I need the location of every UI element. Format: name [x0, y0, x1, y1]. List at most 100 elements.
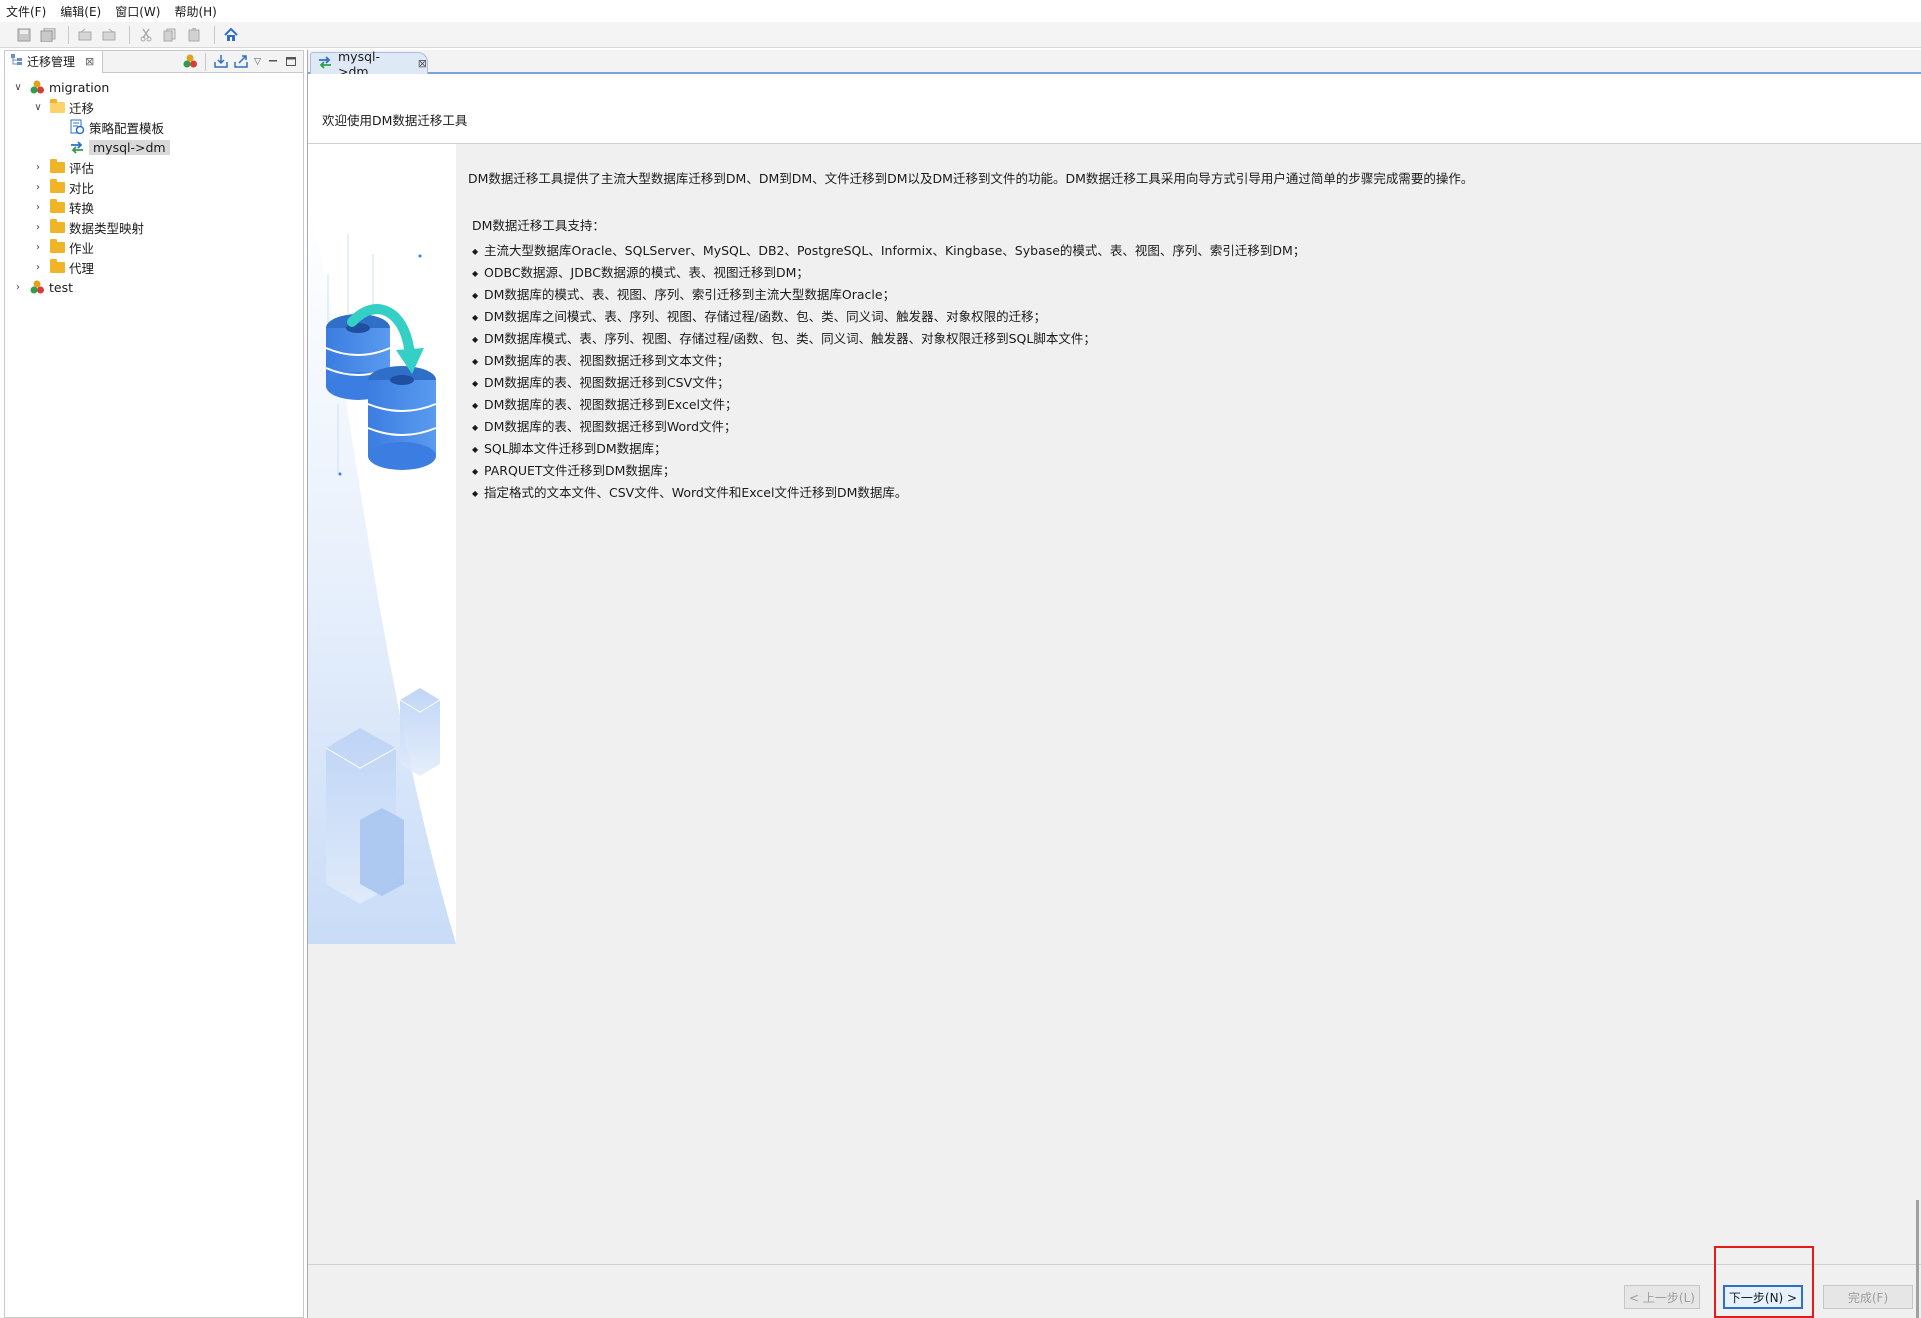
folder-icon: [49, 238, 65, 254]
feature-item: ◆ DM数据库之间模式、表、序列、视图、存储过程/函数、包、类、同义词、触发器、对…: [472, 309, 1047, 324]
tree-item-label: 评估: [69, 160, 95, 176]
tree-item-migration[interactable]: ∨ migration: [5, 77, 303, 97]
feature-item: ◆ 主流大型数据库Oracle、SQLServer、MySQL、DB2、Postg…: [472, 243, 1306, 258]
tree-item-assess[interactable]: › 评估: [5, 157, 303, 177]
tree-item-migrate-folder[interactable]: ∨ 迁移: [5, 97, 303, 117]
chevron-right-icon[interactable]: ›: [31, 182, 45, 193]
feature-item: ◆ 指定格式的文本文件、CSV文件、Word文件和Excel文件迁移到DM数据库。: [472, 485, 908, 500]
editor-area: mysql->dm ⊠ 欢迎使用DM数据迁移工具 DM数据迁移工具提供了主流大型…: [307, 49, 1921, 1318]
feature-text: DM数据库的表、视图数据迁移到Word文件；: [484, 419, 737, 434]
feature-item: ◆ DM数据库模式、表、序列、视图、存储过程/函数、包、类、同义词、触发器、对象权…: [472, 331, 1096, 346]
toolbar: [0, 22, 1921, 48]
menu-file[interactable]: 文件(F): [6, 3, 46, 20]
tree-item-mysql-dm[interactable]: mysql->dm: [5, 137, 303, 157]
home-icon[interactable]: [221, 25, 241, 45]
view-menu-icon[interactable]: ▽: [254, 57, 261, 67]
tree-item-agent[interactable]: › 代理: [5, 257, 303, 277]
feature-item: ◆ DM数据库的表、视图数据迁移到CSV文件；: [472, 375, 730, 390]
tree-item-label: 策略配置模板: [89, 120, 165, 136]
highlight-box: [1714, 1246, 1814, 1318]
toolbar-separator: [205, 53, 207, 71]
tab-mysql-dm[interactable]: mysql->dm ⊠: [310, 49, 428, 79]
left-panel-tabbar: 迁移管理 ⊠ ▽: [5, 50, 303, 73]
feature-item: ◆ DM数据库的表、视图数据迁移到Word文件；: [472, 419, 737, 434]
export-icon[interactable]: [234, 54, 248, 71]
chevron-right-icon[interactable]: ›: [31, 222, 45, 233]
feature-text: DM数据库之间模式、表、序列、视图、存储过程/函数、包、类、同义词、触发器、对象…: [484, 309, 1047, 324]
template-icon: [69, 119, 85, 135]
close-icon[interactable]: ⊠: [418, 57, 427, 70]
back-button[interactable]: < 上一步(L): [1624, 1285, 1700, 1309]
editor-tabbar: mysql->dm ⊠: [308, 49, 1921, 79]
maximize-icon[interactable]: [285, 55, 297, 70]
scrollbar[interactable]: [1916, 1200, 1919, 1318]
wizard-content: DM数据迁移工具提供了主流大型数据库迁移到DM、DM到DM、文件迁移到DM以及D…: [468, 168, 1908, 504]
new-project-icon[interactable]: [183, 54, 198, 71]
tab-migration-manager[interactable]: 迁移管理 ⊠: [5, 50, 104, 73]
chevron-right-icon[interactable]: ›: [31, 242, 45, 253]
intro-text: DM数据迁移工具提供了主流大型数据库迁移到DM、DM到DM、文件迁移到DM以及D…: [468, 171, 1474, 186]
feature-item: ◆ DM数据库的表、视图数据迁移到文本文件；: [472, 353, 730, 368]
feature-item: ◆ SQL脚本文件迁移到DM数据库；: [472, 441, 667, 456]
tree-item-label: 转换: [69, 200, 95, 216]
feature-text: DM数据库的表、视图数据迁移到CSV文件；: [484, 375, 730, 390]
feature-text: DM数据库的表、视图数据迁移到Excel文件；: [484, 397, 738, 412]
folder-icon: [49, 158, 65, 174]
support-title: DM数据迁移工具支持：: [472, 218, 605, 233]
feature-text: PARQUET文件迁移到DM数据库；: [484, 463, 676, 478]
chevron-down-icon[interactable]: ∨: [31, 102, 45, 113]
minimize-icon[interactable]: [267, 55, 279, 70]
menu-edit[interactable]: 编辑(E): [60, 3, 101, 20]
menu-help[interactable]: 帮助(H): [174, 3, 216, 20]
tree-item-convert[interactable]: › 转换: [5, 197, 303, 217]
menu-bar: 文件(F) 编辑(E) 窗口(W) 帮助(H): [0, 0, 1921, 22]
tree-item-compare[interactable]: › 对比: [5, 177, 303, 197]
chevron-right-icon[interactable]: ›: [31, 202, 45, 213]
feature-text: SQL脚本文件迁移到DM数据库；: [484, 441, 667, 456]
feature-text: 主流大型数据库Oracle、SQLServer、MySQL、DB2、Postgr…: [484, 243, 1306, 258]
tree-item-label: 作业: [69, 240, 95, 256]
tree-item-strategy-template[interactable]: 策略配置模板: [5, 117, 303, 137]
migration-tree: ∨ migration ∨ 迁移 策略配置模板 mysql->dm › 评估 ›…: [5, 73, 303, 297]
feature-item: ◆ ODBC数据源、JDBC数据源的模式、表、视图迁移到DM；: [472, 265, 809, 280]
tree-item-type-mapping[interactable]: › 数据类型映射: [5, 217, 303, 237]
redo-icon[interactable]: [99, 25, 119, 45]
menu-window[interactable]: 窗口(W): [115, 3, 160, 20]
paste-icon[interactable]: [184, 25, 204, 45]
finish-button[interactable]: 完成(F): [1823, 1285, 1913, 1309]
import-icon[interactable]: [214, 54, 228, 71]
chevron-right-icon[interactable]: ›: [31, 162, 45, 173]
feature-text: DM数据库的表、视图数据迁移到文本文件；: [484, 353, 730, 368]
tree-item-label: 代理: [69, 260, 95, 276]
tree-item-label: 对比: [69, 180, 95, 196]
chevron-right-icon[interactable]: ›: [11, 282, 25, 293]
feature-text: DM数据库模式、表、序列、视图、存储过程/函数、包、类、同义词、触发器、对象权限…: [484, 331, 1096, 346]
feature-text: DM数据库的模式、表、视图、序列、索引迁移到主流大型数据库Oracle；: [484, 287, 896, 302]
tree-item-jobs[interactable]: › 作业: [5, 237, 303, 257]
chevron-right-icon[interactable]: ›: [31, 262, 45, 273]
close-icon[interactable]: ⊠: [85, 55, 94, 68]
wizard-header: 欢迎使用DM数据迁移工具: [308, 74, 1921, 144]
tree-item-test[interactable]: › test: [5, 277, 303, 297]
folder-open-icon: [49, 98, 65, 114]
database-migration-illustration: [308, 144, 456, 944]
cut-icon[interactable]: [136, 25, 156, 45]
folder-icon: [49, 178, 65, 194]
save-all-icon[interactable]: [38, 25, 58, 45]
undo-icon[interactable]: [75, 25, 95, 45]
tree-item-label: 迁移: [69, 100, 95, 116]
tree-item-label: test: [49, 279, 74, 295]
save-icon[interactable]: [14, 25, 34, 45]
toolbar-separator: [214, 25, 215, 44]
project-icon: [29, 280, 45, 294]
migration-task-icon: [69, 140, 85, 154]
toolbar-separator: [129, 25, 130, 44]
tree-item-label: 数据类型映射: [69, 220, 145, 236]
feature-item: ◆ PARQUET文件迁移到DM数据库；: [472, 463, 676, 478]
feature-text: 指定格式的文本文件、CSV文件、Word文件和Excel文件迁移到DM数据库。: [484, 485, 908, 500]
copy-icon[interactable]: [160, 25, 180, 45]
folder-icon: [49, 258, 65, 274]
chevron-down-icon[interactable]: ∨: [11, 82, 25, 93]
feature-text: ODBC数据源、JDBC数据源的模式、表、视图迁移到DM；: [484, 265, 809, 280]
toolbar-separator: [68, 25, 69, 44]
